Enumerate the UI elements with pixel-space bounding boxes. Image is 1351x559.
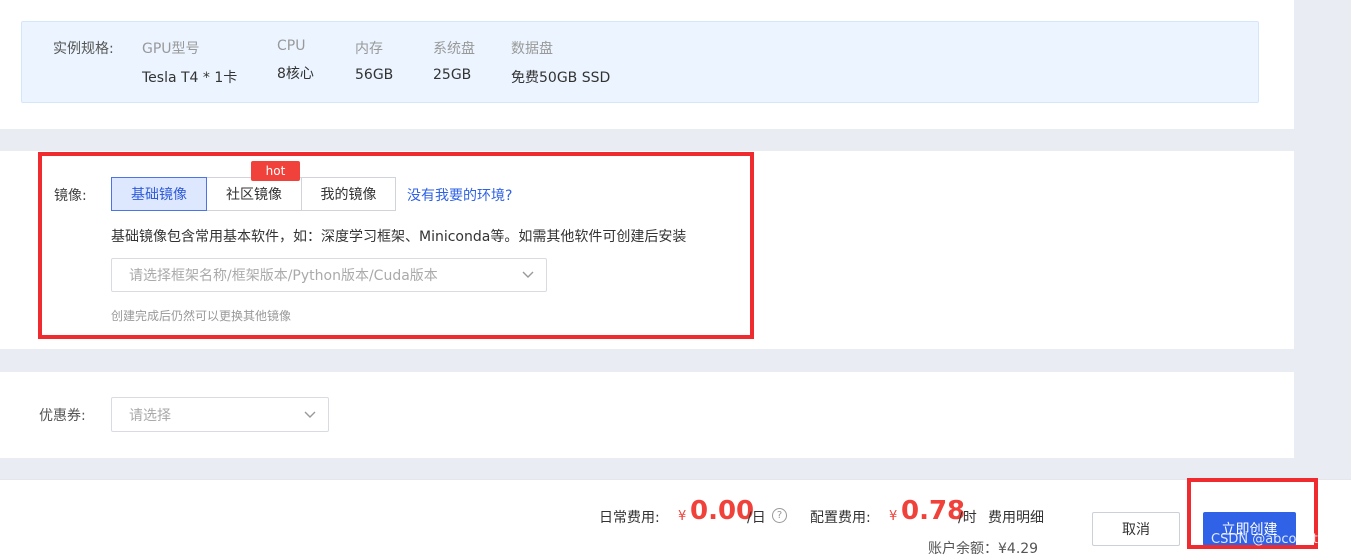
spec-cpu-value: 8核心 [277,66,314,82]
spec-gpu-header: GPU型号 [142,41,200,57]
cost-detail-link[interactable]: 费用明细 [988,507,1044,527]
hot-badge: hot [251,161,300,181]
daily-currency: ¥ [678,509,687,524]
spec-system-disk-value: 25GB [433,67,472,83]
cancel-button[interactable]: 取消 [1092,512,1180,546]
tab-basic-image[interactable]: 基础镜像 [111,177,207,211]
spec-data-disk: 数据盘 免费50GB SSD [511,38,610,87]
daily-unit: /日 [747,510,766,526]
config-cost-label: 配置费用: [810,510,871,526]
coupon-label: 优惠券: [39,408,86,424]
spec-gpu: GPU型号 Tesla T4 * 1卡 [142,38,237,87]
chevron-down-icon [304,407,316,423]
spec-gpu-value: Tesla T4 * 1卡 [142,70,238,86]
spec-cpu: CPU 8核心 [277,38,314,83]
instance-spec-box: 实例规格: GPU型号 Tesla T4 * 1卡 CPU 8核心 内存 56G… [21,21,1259,103]
daily-cost-label: 日常费用: [599,510,660,526]
spec-data-disk-value: 免费50GB SSD [511,70,611,86]
spec-memory-header: 内存 [355,41,383,57]
spec-cpu-header: CPU [277,38,306,54]
watermark: CSDN @abcobatqw [1211,532,1337,547]
daily-price: 0.00 [690,496,755,526]
config-unit: /时 [958,510,977,526]
spec-label: 实例规格: [53,41,114,57]
config-currency: ¥ [889,509,898,524]
help-icon[interactable]: ? [772,508,787,523]
spec-system-disk-header: 系统盘 [433,41,475,57]
spec-data-disk-header: 数据盘 [511,41,553,57]
spec-system-disk: 系统盘 25GB [433,38,475,83]
config-price: 0.78 [901,496,966,526]
coupon-select-placeholder: 请选择 [129,407,171,424]
coupon-select[interactable]: 请选择 [111,397,329,432]
account-balance: 账户余额：¥4.29 [928,541,1039,557]
spec-memory: 内存 56GB [355,38,393,83]
spec-memory-value: 56GB [355,67,394,83]
